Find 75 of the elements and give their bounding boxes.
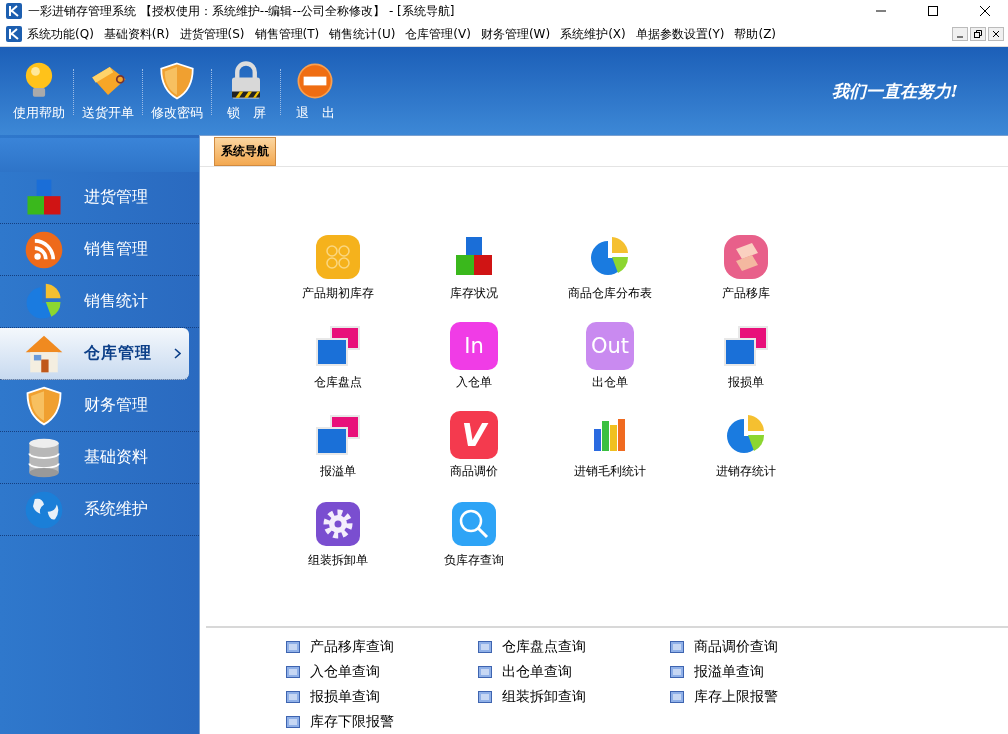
gear-icon bbox=[314, 499, 362, 548]
function-button[interactable]: 商品仓库分布表 bbox=[542, 232, 678, 322]
maximize-icon bbox=[928, 6, 938, 16]
sidebar-item[interactable]: 基础资料 bbox=[0, 432, 199, 484]
list-icon bbox=[286, 715, 300, 728]
query-link[interactable]: 报损单查询 bbox=[286, 684, 478, 709]
query-link[interactable]: 库存上限报警 bbox=[670, 684, 862, 709]
list-icon bbox=[670, 690, 684, 703]
list-icon bbox=[478, 665, 492, 678]
function-button[interactable]: 报损单 bbox=[678, 321, 814, 411]
function-button[interactable]: 产品移库 bbox=[678, 232, 814, 322]
query-link[interactable]: 商品调价查询 bbox=[670, 634, 862, 659]
query-link[interactable]: 产品移库查询 bbox=[286, 634, 478, 659]
function-button[interactable]: 报溢单 bbox=[270, 410, 406, 500]
sidebar-item[interactable]: 系统维护 bbox=[0, 484, 199, 536]
menu-item[interactable]: 系统维护(X) bbox=[555, 23, 631, 45]
function-button[interactable]: 进销存统计 bbox=[678, 410, 814, 500]
sidebar-item[interactable]: 销售管理 bbox=[0, 224, 199, 276]
sidebar-item[interactable]: 财务管理 bbox=[0, 380, 199, 432]
tab[interactable]: 系统导航 bbox=[214, 136, 276, 166]
query-link[interactable]: 出仓单查询 bbox=[478, 659, 670, 684]
menu-item[interactable]: 帮助(Z) bbox=[729, 23, 782, 45]
tile-icon: V bbox=[450, 410, 498, 459]
menu-item[interactable]: 销售统计(U) bbox=[324, 23, 401, 45]
query-link[interactable]: 库存下限报警 bbox=[286, 709, 478, 734]
list-icon bbox=[286, 640, 300, 653]
function-button[interactable]: V 商品调价 bbox=[406, 410, 542, 500]
list-icon bbox=[478, 690, 492, 703]
sidebar-item[interactable]: 进货管理 bbox=[0, 172, 199, 224]
close-icon bbox=[980, 6, 990, 16]
query-link[interactable]: 仓库盘点查询 bbox=[478, 634, 670, 659]
function-button[interactable]: In 入仓单 bbox=[406, 321, 542, 411]
menu-item[interactable]: 仓库管理(V) bbox=[400, 23, 476, 45]
menu-item[interactable]: 单据参数设置(Y) bbox=[630, 23, 730, 45]
query-link[interactable]: 报溢单查询 bbox=[670, 659, 862, 684]
function-button[interactable]: 组装拆卸单 bbox=[270, 499, 406, 589]
toolbar-button[interactable]: 退 出 bbox=[282, 60, 348, 122]
app-logo-icon bbox=[6, 26, 22, 42]
restore-button[interactable] bbox=[970, 27, 986, 41]
tile-icon: Out bbox=[586, 321, 634, 370]
menu-item[interactable]: 进货管理(S) bbox=[174, 23, 250, 45]
minimize-button[interactable] bbox=[952, 27, 968, 41]
list-icon bbox=[286, 665, 300, 678]
toolbar-button[interactable]: 使用帮助 bbox=[6, 60, 72, 122]
function-button[interactable]: 产品期初库存 bbox=[270, 232, 406, 322]
list-icon bbox=[670, 640, 684, 653]
slogan: 我们一直在努力! bbox=[831, 79, 958, 103]
coins-icon bbox=[314, 232, 362, 281]
sidebar-item[interactable]: 仓库管理 bbox=[0, 328, 189, 380]
function-button[interactable]: 负库存查询 bbox=[406, 499, 542, 589]
close-button[interactable] bbox=[988, 27, 1004, 41]
toolbar-button[interactable]: 修改密码 bbox=[144, 60, 210, 122]
window-title: 一彩进销存管理系统 【授权使用：系统维护--编辑--公司全称修改】 - [系统导航] bbox=[28, 2, 456, 20]
menu-item[interactable]: 销售管理(T) bbox=[249, 23, 325, 45]
search-icon bbox=[450, 499, 498, 548]
function-button[interactable]: Out 出仓单 bbox=[542, 321, 678, 411]
chevron-icon bbox=[174, 348, 181, 359]
menu-item[interactable]: 系统功能(Q) bbox=[22, 23, 99, 45]
restore-icon bbox=[974, 30, 982, 38]
list-icon bbox=[286, 690, 300, 703]
function-button[interactable]: 进销毛利统计 bbox=[542, 410, 678, 500]
function-button[interactable]: 库存状况 bbox=[406, 232, 542, 322]
function-button[interactable]: 仓库盘点 bbox=[270, 321, 406, 411]
tile-icon: In bbox=[450, 321, 498, 370]
close-icon bbox=[992, 30, 1000, 38]
menu-item[interactable]: 财务管理(W) bbox=[475, 23, 556, 45]
layers-icon bbox=[722, 232, 770, 281]
toolbar-button[interactable]: 送货开单 bbox=[75, 60, 141, 122]
query-link[interactable]: 组装拆卸查询 bbox=[478, 684, 670, 709]
list-icon bbox=[478, 640, 492, 653]
toolbar-button[interactable]: 锁 屏 bbox=[213, 60, 279, 122]
menu-item[interactable]: 基础资料(R) bbox=[98, 23, 175, 45]
list-icon bbox=[670, 665, 684, 678]
query-link[interactable]: 入仓单查询 bbox=[286, 659, 478, 684]
app-logo-icon bbox=[6, 3, 22, 19]
